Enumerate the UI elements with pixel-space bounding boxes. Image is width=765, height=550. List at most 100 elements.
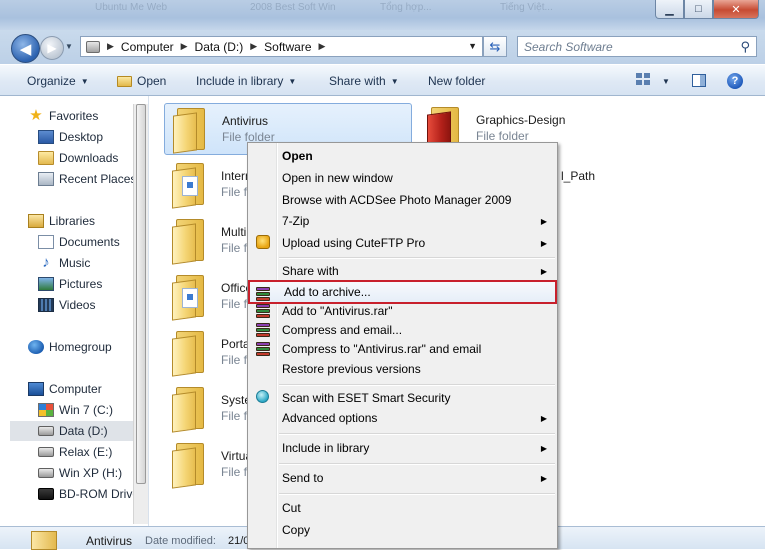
share-with-menu[interactable]: Share with ▼ <box>329 74 399 88</box>
menu-item-cut[interactable]: Cut <box>250 498 555 518</box>
nav-label: Recent Places <box>59 172 137 186</box>
nav-item-desktop[interactable]: Desktop <box>38 127 148 147</box>
nav-homegroup[interactable]: Homegroup <box>28 337 148 357</box>
help-button[interactable]: ? <box>727 73 743 89</box>
close-button[interactable]: ✕ <box>713 0 759 19</box>
winrar-icon <box>256 286 272 302</box>
preview-pane-icon[interactable] <box>692 74 706 87</box>
search-input[interactable] <box>524 38 729 55</box>
desktop-icon <box>38 130 54 144</box>
search-icon[interactable]: ⚲ <box>740 39 750 55</box>
background-window-title: Ubuntu Me Web <box>95 2 168 13</box>
view-options-dropdown[interactable]: ▼ <box>662 77 670 86</box>
submenu-arrow-icon: ▶ <box>540 216 547 226</box>
menu-item-label: Send to <box>282 471 324 485</box>
chevron-right-icon[interactable]: ▶ <box>181 41 188 52</box>
nav-item-winxp-drive[interactable]: Win XP (H:) <box>38 463 148 483</box>
address-bar[interactable]: ▶ Computer ▶ Data (D:) ▶ Software ▶ ▼ <box>80 36 483 57</box>
nav-item-videos[interactable]: Videos <box>38 295 148 315</box>
optical-drive-icon <box>38 488 54 500</box>
breadcrumb-software[interactable]: Software <box>264 40 311 54</box>
nav-scrollbar[interactable] <box>133 104 148 524</box>
menu-item-include-in-library[interactable]: Include in library ▶ <box>250 438 555 458</box>
windows-drive-icon <box>38 403 54 417</box>
music-note-icon: ♪ <box>42 254 50 271</box>
nav-computer[interactable]: Computer <box>28 379 148 399</box>
scrollbar-thumb[interactable] <box>136 104 146 484</box>
context-menu: Open Open in new window Browse with ACDS… <box>247 142 558 549</box>
organize-label: Organize <box>27 74 76 88</box>
maximize-button[interactable]: □ <box>684 0 713 19</box>
menu-separator <box>279 433 555 435</box>
chevron-right-icon[interactable]: ▶ <box>107 41 114 52</box>
nav-item-recent-places[interactable]: Recent Places <box>38 169 148 189</box>
nav-item-relax-drive[interactable]: Relax (E:) <box>38 442 148 462</box>
nav-libraries[interactable]: Libraries <box>28 211 148 231</box>
recent-places-icon <box>38 172 54 186</box>
libraries-icon <box>28 214 44 228</box>
menu-item-open-new-window[interactable]: Open in new window <box>250 168 555 188</box>
minimize-button[interactable]: ▁ <box>655 0 684 19</box>
menu-item-compress-email[interactable]: Compress and email... <box>250 320 555 340</box>
open-button[interactable]: Open <box>117 74 166 88</box>
menu-item-copy[interactable]: Copy <box>250 520 555 540</box>
menu-item-add-to-rar[interactable]: Add to "Antivirus.rar" <box>250 301 555 321</box>
drive-icon <box>86 40 100 53</box>
menu-item-scan-eset[interactable]: Scan with ESET Smart Security <box>250 388 555 408</box>
chevron-right-icon[interactable]: ▶ <box>319 41 326 52</box>
menu-item-advanced-options[interactable]: Advanced options ▶ <box>250 408 555 428</box>
change-view-icon[interactable] <box>636 73 651 87</box>
nav-item-pictures[interactable]: Pictures <box>38 274 148 294</box>
forward-button[interactable]: ▶ <box>40 36 64 60</box>
new-folder-button[interactable]: New folder <box>428 74 485 88</box>
refresh-button[interactable]: ⇆ <box>483 36 507 57</box>
include-in-library-menu[interactable]: Include in library ▼ <box>196 74 296 88</box>
nav-label: Win XP (H:) <box>59 466 123 480</box>
menu-item-share-with[interactable]: Share with ▶ <box>250 261 555 281</box>
folder-open-icon <box>117 75 132 87</box>
organize-menu[interactable]: Organize ▼ <box>27 74 89 88</box>
search-box[interactable]: ⚲ <box>517 36 757 57</box>
menu-item-label: Include in library <box>282 441 370 455</box>
menu-item-open[interactable]: Open <box>250 146 555 166</box>
nav-favorites[interactable]: ★ Favorites <box>28 106 148 126</box>
nav-item-win7-drive[interactable]: Win 7 (C:) <box>38 400 148 420</box>
navigation-pane: ★ Favorites Desktop Downloads Recent Plac… <box>0 96 148 526</box>
nav-item-bdrom-drive[interactable]: BD-ROM Drive <box>38 484 148 504</box>
cuteftp-icon <box>256 235 272 251</box>
documents-icon <box>38 235 54 249</box>
hard-drive-icon <box>38 468 54 478</box>
recent-pages-dropdown[interactable]: ▼ <box>65 42 73 51</box>
address-dropdown[interactable]: ▼ <box>468 41 477 51</box>
menu-item-7zip[interactable]: 7-Zip ▶ <box>250 211 555 231</box>
back-button[interactable]: ◀ <box>11 34 40 63</box>
star-icon: ★ <box>29 107 43 124</box>
menu-item-label: Add to archive... <box>284 285 371 299</box>
nav-item-music[interactable]: ♪ Music <box>38 253 148 273</box>
chevron-right-icon[interactable]: ▶ <box>250 41 257 52</box>
nav-item-documents[interactable]: Documents <box>38 232 148 252</box>
downloads-folder-icon <box>38 151 54 165</box>
details-name: Antivirus <box>86 534 133 548</box>
menu-item-browse-acdsee[interactable]: Browse with ACDSee Photo Manager 2009 <box>250 190 555 210</box>
menu-item-send-to[interactable]: Send to ▶ <box>250 468 555 488</box>
folder-icon <box>172 275 208 321</box>
menu-item-label: 7-Zip <box>282 214 310 228</box>
submenu-arrow-icon: ▶ <box>540 473 547 483</box>
breadcrumb-data-drive[interactable]: Data (D:) <box>195 40 244 54</box>
nav-item-data-drive[interactable]: Data (D:) <box>10 421 148 441</box>
details-date-label: Date modified: <box>145 535 216 547</box>
menu-item-label: Advanced options <box>282 411 378 425</box>
maximize-icon: □ <box>695 3 702 15</box>
nav-item-downloads[interactable]: Downloads <box>38 148 148 168</box>
menu-item-upload-cuteftp[interactable]: Upload using CuteFTP Pro ▶ <box>250 233 555 253</box>
command-bar: Organize ▼ Open Include in library ▼ Share… <box>0 64 765 96</box>
nav-label: BD-ROM Drive <box>59 487 139 501</box>
folder-icon <box>173 108 209 154</box>
menu-item-label: Browse with ACDSee Photo Manager 2009 <box>282 193 512 207</box>
breadcrumb-computer[interactable]: Computer <box>121 40 174 54</box>
videos-icon <box>38 298 54 312</box>
menu-item-restore-previous-versions[interactable]: Restore previous versions <box>250 359 555 379</box>
nav-label: Favorites <box>49 109 99 123</box>
menu-item-compress-to-rar-email[interactable]: Compress to "Antivirus.rar" and email <box>250 339 555 359</box>
